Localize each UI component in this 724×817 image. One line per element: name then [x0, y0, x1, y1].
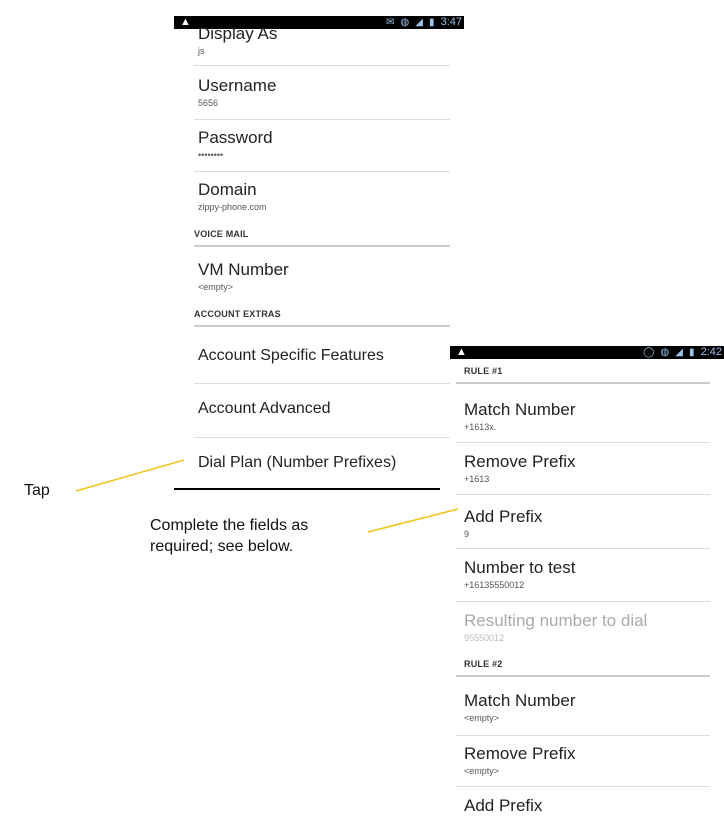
annotation-pointers — [75, 459, 459, 533]
complete-pointer-line — [367, 508, 459, 533]
complete-fields-annotation-line2: required; see below. — [150, 538, 294, 555]
tap-annotation: Tap — [24, 482, 50, 499]
tap-pointer-line — [75, 459, 185, 492]
complete-fields-annotation-line1: Complete the fields as — [150, 517, 309, 534]
